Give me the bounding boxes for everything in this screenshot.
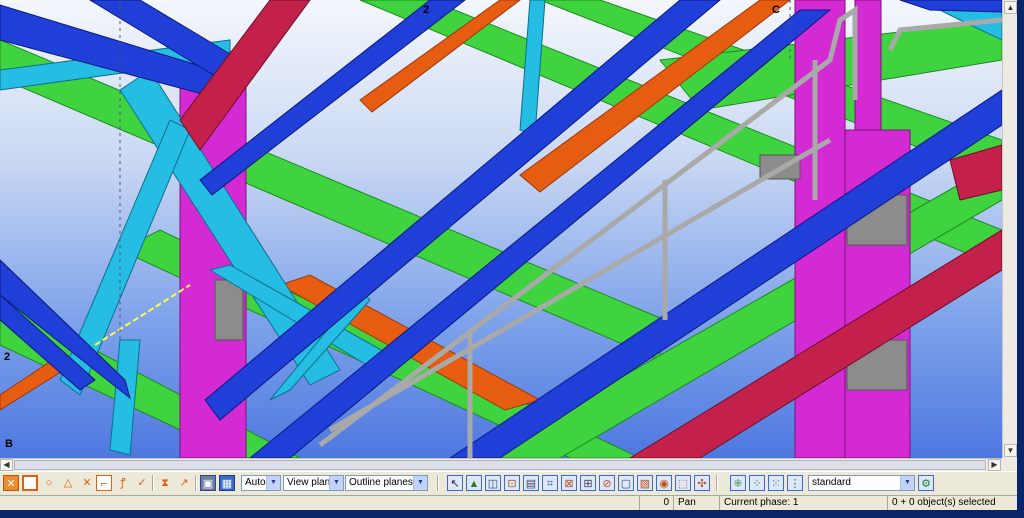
snap-check-icon[interactable]: ✓ <box>134 475 150 491</box>
select-grid-icon[interactable]: ⌗ <box>542 475 558 491</box>
scroll-up-arrow-icon[interactable]: ▲ <box>1004 1 1017 14</box>
toolbar-separator <box>152 475 154 491</box>
window-frame-bottom <box>0 510 1024 518</box>
model-3d-drawing <box>0 0 1002 458</box>
outline-select-value: Outline planes <box>349 477 413 488</box>
select-surface-icon[interactable]: ⊘ <box>599 475 615 491</box>
select-cut-icon[interactable]: ▧ <box>637 475 653 491</box>
toolbar-separator <box>716 475 718 491</box>
grid-label-b: B <box>5 438 13 450</box>
select-phase-icon[interactable]: ⋮ <box>787 475 803 491</box>
status-count: 0 <box>640 496 674 510</box>
view-3d-icon[interactable]: ▣ <box>200 475 216 491</box>
status-bar: 0 Pan Current phase: 1 0 + 0 object(s) s… <box>0 495 1017 510</box>
chevron-down-icon[interactable]: ▼ <box>413 476 427 490</box>
status-message <box>0 496 640 510</box>
scroll-left-arrow-icon[interactable]: ◀ <box>0 459 13 471</box>
select-workarea-icon[interactable]: ⁙ <box>768 475 784 491</box>
auto-select-value: Auto <box>245 477 266 488</box>
select-all-icon[interactable]: ⬚ <box>675 475 691 491</box>
select-component-icon[interactable]: ▢ <box>618 475 634 491</box>
scrollbar-corner <box>1002 458 1017 471</box>
snap-cross-icon[interactable]: ✕ <box>79 475 95 491</box>
select-reinforcement-icon[interactable]: ⊞ <box>580 475 596 491</box>
outline-select[interactable]: Outline planes ▼ <box>345 475 428 491</box>
status-phase: Current phase: 1 <box>720 496 888 510</box>
horizontal-scroll-thumb[interactable] <box>14 460 986 470</box>
scroll-down-arrow-icon[interactable]: ▼ <box>1004 444 1017 457</box>
snap-arrow-icon[interactable]: ↗ <box>176 475 192 491</box>
window-frame-right <box>1017 0 1024 518</box>
select-pointer-icon[interactable]: ↖ <box>447 475 463 491</box>
select-group-icon[interactable]: ✣ <box>694 475 710 491</box>
vertical-scrollbar[interactable]: ▲ ▼ <box>1002 0 1018 458</box>
snap-toolbar: ✕ ○ △ ✕ ⌐ ꝭ ✓ ⧗ ↗ ▣ ▦ Auto ▼ View plane … <box>0 471 1017 495</box>
status-selection: 0 + 0 object(s) selected <box>892 497 996 508</box>
selection-filter-value: standard <box>812 477 851 488</box>
snap-corner-icon[interactable]: ⌐ <box>96 475 112 491</box>
grid-label-c: C <box>772 4 780 16</box>
plane-select[interactable]: View plane ▼ <box>283 475 344 491</box>
grid-label-2-left: 2 <box>4 351 11 363</box>
snap-endpoint-icon[interactable]: ✕ <box>3 475 19 491</box>
selection-filter-select[interactable]: standard ▼ <box>808 475 915 491</box>
grid-label-2-top: 2 <box>423 4 430 16</box>
snap-triangle-icon[interactable]: △ <box>60 475 76 491</box>
select-weld-icon[interactable]: ▤ <box>523 475 539 491</box>
scroll-right-arrow-icon[interactable]: ▶ <box>988 459 1001 471</box>
status-mode: Pan <box>674 496 720 510</box>
select-view-icon[interactable]: ⁘ <box>749 475 765 491</box>
select-bolt-icon[interactable]: ⊡ <box>504 475 520 491</box>
snap-orange-square-icon[interactable] <box>22 475 38 491</box>
model-viewport[interactable]: 2 C 2 B <box>0 0 1002 458</box>
snap-midpoint-icon[interactable]: ꝭ <box>115 475 131 491</box>
select-filter-icon[interactable]: ⁜ <box>730 475 746 491</box>
view-grid-icon[interactable]: ▦ <box>219 475 235 491</box>
select-part-icon[interactable]: ▲ <box>466 475 482 491</box>
toolbar-separator <box>195 475 197 491</box>
select-assembly-icon[interactable]: ◫ <box>485 475 501 491</box>
chevron-down-icon[interactable]: ▼ <box>900 476 914 490</box>
snap-circle-icon[interactable]: ○ <box>41 475 57 491</box>
chevron-down-icon[interactable]: ▼ <box>329 476 343 490</box>
select-object-icon[interactable]: ◉ <box>656 475 672 491</box>
horizontal-scrollbar[interactable]: ◀ ▶ <box>0 458 1002 471</box>
select-connection-icon[interactable]: ⊠ <box>561 475 577 491</box>
filter-settings-icon[interactable]: ⚙ <box>918 475 934 491</box>
toolbar-separator <box>437 475 439 491</box>
chevron-down-icon[interactable]: ▼ <box>266 476 280 490</box>
snap-hourglass-icon[interactable]: ⧗ <box>157 475 173 491</box>
auto-select[interactable]: Auto ▼ <box>241 475 281 491</box>
